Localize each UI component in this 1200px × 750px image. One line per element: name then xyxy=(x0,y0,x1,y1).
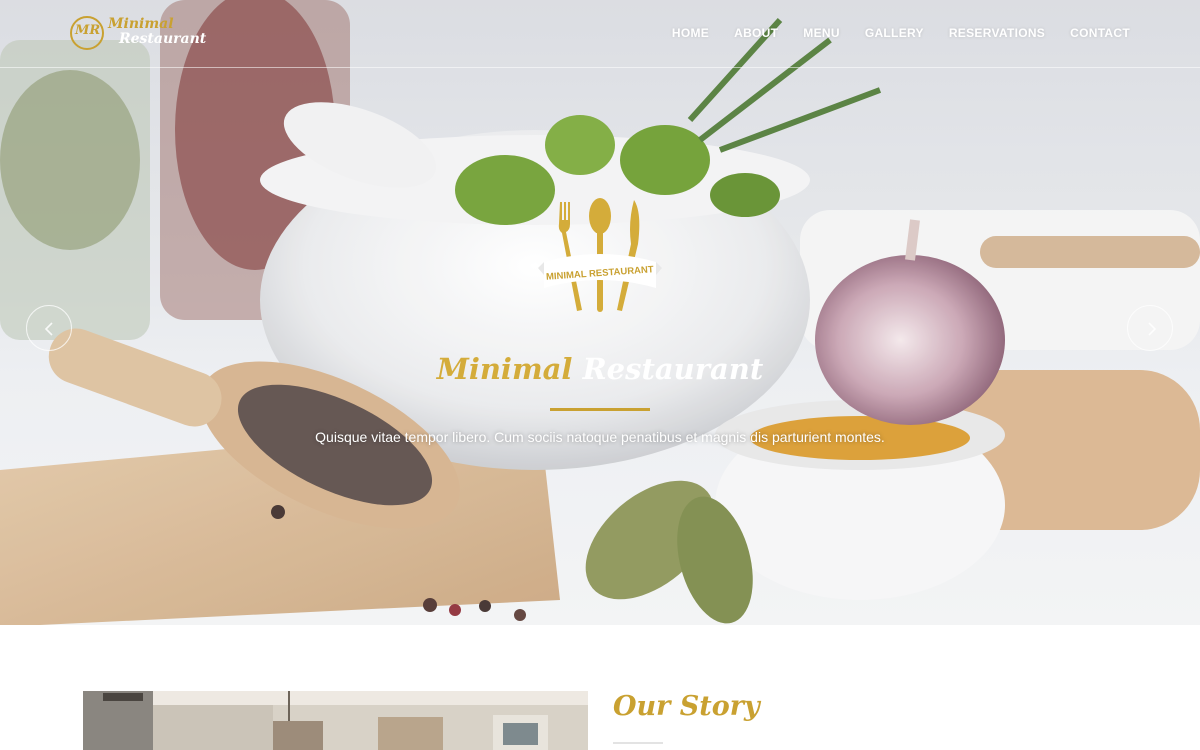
chevron-left-icon xyxy=(44,322,53,336)
main-menu: HOME ABOUT MENU GALLERY RESERVATIONS CON… xyxy=(672,26,1130,40)
logo-word-restaurant: Restaurant xyxy=(119,31,207,47)
hero-title-part2: Restaurant xyxy=(582,352,764,386)
nav-home-link[interactable]: HOME xyxy=(672,26,709,40)
nav-about-link[interactable]: ABOUT xyxy=(734,26,778,40)
hero-slider: MR Minimal Restaurant HOME ABOUT MENU GA… xyxy=(0,0,1200,625)
our-story-section: Our Story xyxy=(0,625,1200,750)
cutlery-ribbon-emblem-icon: MINIMAL RESTAURANT xyxy=(538,198,662,312)
brand-logo[interactable]: MR Minimal Restaurant xyxy=(70,14,206,54)
hero-title: Minimal Restaurant xyxy=(0,352,1200,386)
chevron-right-icon xyxy=(1148,322,1157,336)
restaurant-interior-image xyxy=(83,691,588,750)
nav-gallery-link[interactable]: GALLERY xyxy=(865,26,924,40)
nav-contact-link[interactable]: CONTACT xyxy=(1070,26,1130,40)
logo-initials: MR xyxy=(75,23,101,38)
hero-title-part1: Minimal xyxy=(436,352,573,386)
logo-word-minimal: Minimal xyxy=(108,16,174,32)
nav-reservations-link[interactable]: RESERVATIONS xyxy=(949,26,1045,40)
nav-menu-link[interactable]: MENU xyxy=(803,26,840,40)
slider-prev-button[interactable] xyxy=(26,305,72,351)
interior-photo-graphic xyxy=(83,691,588,750)
hero-tagline: Quisque vitae tempor libero. Cum sociis … xyxy=(315,429,885,445)
hero-divider xyxy=(550,408,650,411)
section-title: Our Story xyxy=(613,691,760,722)
slider-next-button[interactable] xyxy=(1127,305,1173,351)
section-divider xyxy=(613,742,663,744)
top-navigation: MR Minimal Restaurant HOME ABOUT MENU GA… xyxy=(0,0,1200,68)
